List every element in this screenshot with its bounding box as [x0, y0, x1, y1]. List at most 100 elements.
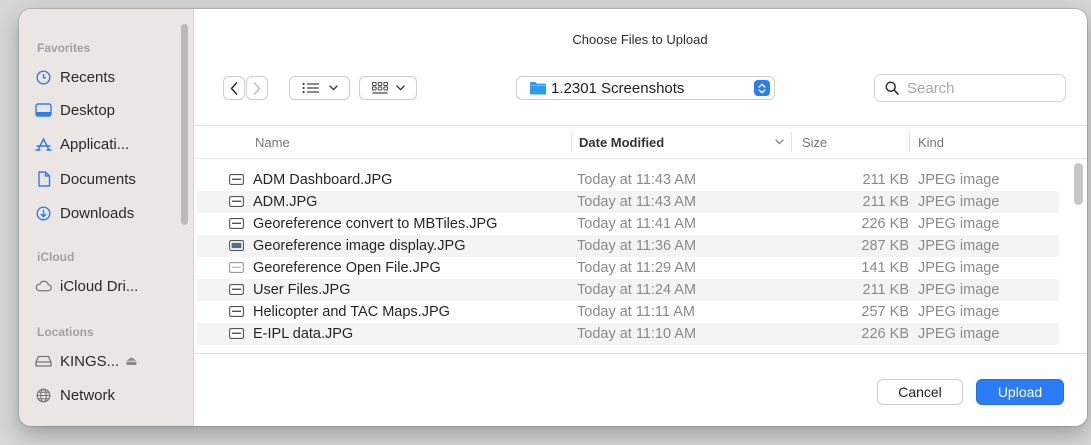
sidebar-section-favorites: Favorites: [37, 41, 91, 55]
file-row[interactable]: E-IPL data.JPG Today at 11:10 AM 226 KB …: [197, 323, 1059, 345]
sidebar-item-label: Applicati...: [60, 135, 130, 153]
file-date: Today at 11:24 AM: [577, 282, 697, 298]
sidebar-item-label: iCloud Dri...: [60, 277, 139, 295]
search-icon: [885, 81, 899, 95]
sidebar-item-label: Documents: [60, 170, 136, 188]
column-divider[interactable]: [571, 132, 572, 152]
back-button[interactable]: [223, 76, 245, 100]
sidebar-item-network[interactable]: Network: [35, 383, 185, 407]
file-date: Today at 11:43 AM: [577, 194, 697, 210]
dialog-footer: Cancel Upload: [194, 353, 1087, 426]
cloud-icon: [35, 278, 52, 295]
up-down-stepper-icon: [754, 80, 770, 96]
file-row[interactable]: Helicopter and TAC Maps.JPG Today at 11:…: [197, 301, 1059, 323]
file-name: Helicopter and TAC Maps.JPG: [253, 304, 450, 320]
sidebar-item-label: Downloads: [60, 204, 135, 222]
sidebar: Favorites Recents Desktop Applicati... D…: [19, 9, 194, 426]
file-row[interactable]: Georeference Open File.JPG Today at 11:2…: [197, 257, 1059, 279]
sidebar-item-applications[interactable]: Applicati...: [35, 132, 185, 156]
applications-icon: [35, 136, 52, 153]
clock-icon: [35, 69, 52, 86]
file-size: 257 KB: [861, 304, 909, 320]
location-label: 1.2301 Screenshots: [551, 79, 685, 97]
file-size: 226 KB: [861, 216, 909, 232]
image-thumbnail-icon: [229, 240, 244, 251]
sidebar-item-label: Recents: [60, 68, 116, 86]
file-row[interactable]: ADM.JPG Today at 11:43 AM 211 KB JPEG im…: [197, 191, 1059, 213]
column-divider[interactable]: [791, 132, 792, 152]
file-kind: JPEG image: [918, 304, 1000, 320]
list-view-icon: [302, 82, 319, 94]
file-kind: JPEG image: [918, 172, 1000, 188]
file-date: Today at 11:29 AM: [577, 260, 697, 276]
file-icon: [229, 196, 244, 207]
file-size: 211 KB: [862, 282, 910, 298]
file-size: 287 KB: [861, 238, 909, 254]
cancel-button[interactable]: Cancel: [877, 379, 963, 405]
file-name: Georeference image display.JPG: [253, 238, 466, 254]
grid-view-button[interactable]: [359, 76, 417, 100]
file-row[interactable]: Georeference image display.JPG Today at …: [197, 235, 1059, 257]
file-icon: [229, 174, 244, 185]
search-field[interactable]: [874, 74, 1066, 102]
upload-button[interactable]: Upload: [976, 379, 1064, 405]
sidebar-item-kings-drive[interactable]: KINGS... ⏏: [35, 349, 185, 373]
file-list: ADM Dashboard.JPG Today at 11:43 AM 211 …: [197, 169, 1059, 353]
chevron-right-icon: [253, 81, 261, 95]
file-dialog: Favorites Recents Desktop Applicati... D…: [19, 9, 1087, 426]
sidebar-item-recents[interactable]: Recents: [35, 65, 185, 89]
file-name: E-IPL data.JPG: [253, 326, 354, 342]
file-size: 211 KB: [862, 172, 910, 188]
file-kind: JPEG image: [918, 238, 1000, 254]
file-icon: [229, 306, 244, 317]
eject-icon[interactable]: ⏏: [125, 353, 137, 369]
file-row[interactable]: ADM Dashboard.JPG Today at 11:43 AM 211 …: [197, 169, 1059, 191]
file-row[interactable]: User Files.JPG Today at 11:24 AM 211 KB …: [197, 279, 1059, 301]
desktop-icon: [35, 102, 52, 119]
list-view-button[interactable]: [289, 76, 350, 100]
sort-chevron-down-icon[interactable]: [775, 139, 784, 145]
search-input[interactable]: [905, 78, 1049, 98]
sidebar-item-desktop[interactable]: Desktop: [35, 98, 185, 122]
column-header-name[interactable]: Name: [255, 135, 290, 150]
globe-icon: [35, 387, 52, 404]
location-popup[interactable]: 1.2301 Screenshots: [516, 76, 775, 100]
column-header-row: Name Date Modified Size Kind: [194, 125, 1087, 159]
download-icon: [35, 205, 52, 222]
sidebar-item-documents[interactable]: Documents: [35, 167, 185, 191]
sidebar-scrollbar[interactable]: [181, 24, 188, 225]
column-divider[interactable]: [909, 132, 910, 152]
document-icon: [35, 171, 52, 188]
file-date: Today at 11:41 AM: [577, 216, 697, 232]
file-icon: [229, 328, 244, 339]
file-kind: JPEG image: [918, 216, 1000, 232]
sidebar-item-icloud-drive[interactable]: iCloud Dri...: [35, 274, 185, 298]
file-size: 226 KB: [861, 326, 909, 342]
file-icon: [229, 218, 244, 229]
file-size: 141 KB: [861, 260, 909, 276]
column-header-size[interactable]: Size: [802, 135, 827, 150]
column-header-date-modified[interactable]: Date Modified: [579, 135, 664, 150]
file-name: Georeference Open File.JPG: [253, 260, 441, 276]
chevron-down-icon: [328, 85, 338, 91]
file-name: User Files.JPG: [253, 282, 351, 298]
file-name: ADM.JPG: [253, 194, 318, 210]
chevron-left-icon: [230, 81, 238, 95]
file-kind: JPEG image: [918, 194, 1000, 210]
file-kind: JPEG image: [918, 260, 1000, 276]
sidebar-item-label: Desktop: [60, 101, 116, 119]
sidebar-item-downloads[interactable]: Downloads: [35, 201, 185, 225]
chevron-down-icon: [395, 85, 405, 91]
sidebar-section-icloud: iCloud: [37, 250, 75, 264]
file-row[interactable]: Georeference convert to MBTiles.JPG Toda…: [197, 213, 1059, 235]
sidebar-item-label: KINGS...: [60, 352, 120, 370]
column-header-kind[interactable]: Kind: [918, 135, 944, 150]
forward-button[interactable]: [246, 76, 268, 100]
file-list-scrollbar[interactable]: [1074, 163, 1083, 205]
file-date: Today at 11:10 AM: [577, 326, 697, 342]
drive-icon: [35, 353, 52, 370]
file-kind: JPEG image: [918, 282, 1000, 298]
file-date: Today at 11:36 AM: [577, 238, 697, 254]
file-icon: [229, 284, 244, 295]
file-size: 211 KB: [862, 194, 910, 210]
